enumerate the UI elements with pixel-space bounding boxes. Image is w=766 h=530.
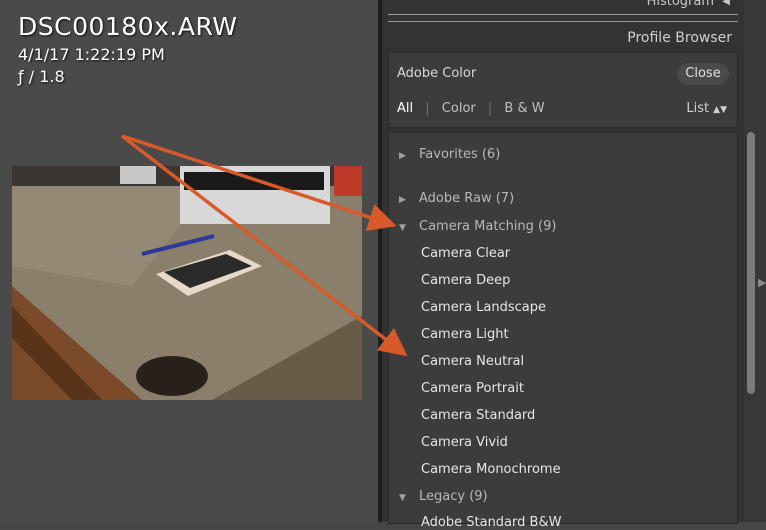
profile-adobe-standard-bw[interactable]: Adobe Standard B&W xyxy=(421,515,561,530)
profile-camera-light[interactable]: Camera Light xyxy=(421,327,509,342)
panel-title: Profile Browser xyxy=(627,30,732,46)
profile-camera-deep[interactable]: Camera Deep xyxy=(421,273,510,288)
histogram-header[interactable]: Histogram ◀ xyxy=(388,0,738,15)
collapse-right-icon[interactable]: ▶ xyxy=(758,276,766,289)
current-profile-name: Adobe Color xyxy=(397,66,477,81)
right-panel: Histogram ◀ Profile Browser Adobe Color … xyxy=(382,0,744,530)
scrollbar-thumb[interactable] xyxy=(747,132,755,394)
file-name: DSC00180x.ARW xyxy=(18,12,238,41)
photo-preview[interactable] xyxy=(12,166,362,400)
photo-printer-top xyxy=(184,172,324,190)
group-camera-matching[interactable]: ▼ Camera Matching (9) xyxy=(399,219,556,234)
disclosure-closed-icon: ▶ xyxy=(399,195,406,205)
group-label: Legacy (9) xyxy=(419,489,488,504)
view-mode-select[interactable]: List ▲▼ xyxy=(686,101,727,116)
profile-camera-vivid[interactable]: Camera Vivid xyxy=(421,435,508,450)
close-button[interactable]: Close xyxy=(677,63,729,85)
profile-camera-landscape[interactable]: Camera Landscape xyxy=(421,300,546,315)
profile-camera-monochrome[interactable]: Camera Monochrome xyxy=(421,462,561,477)
photo-cabinet-handle xyxy=(136,356,208,396)
filter-bw-tab[interactable]: B & W xyxy=(504,101,544,116)
disclosure-closed-icon: ▶ xyxy=(399,151,406,161)
filter-separator: | xyxy=(425,101,430,116)
capture-date: 4/1/17 1:22:19 PM xyxy=(18,45,165,64)
filter-all-tab[interactable]: All xyxy=(397,101,413,116)
histogram-label: Histogram xyxy=(646,0,714,9)
group-label: Adobe Raw (7) xyxy=(419,191,515,206)
photo-info-overlay: DSC00180x.ARW 4/1/17 1:22:19 PM ƒ / 1.8 xyxy=(18,12,238,88)
group-adobe-raw[interactable]: ▶ Adobe Raw (7) xyxy=(399,191,514,206)
group-label: Camera Matching (9) xyxy=(419,219,557,234)
filter-color-tab[interactable]: Color xyxy=(442,101,476,116)
photo-viewer: DSC00180x.ARW 4/1/17 1:22:19 PM ƒ / 1.8 xyxy=(0,0,378,522)
filter-separator: | xyxy=(487,101,493,116)
disclosure-open-icon: ▼ xyxy=(399,223,406,233)
group-label: Favorites (6) xyxy=(419,147,501,162)
profile-camera-standard[interactable]: Camera Standard xyxy=(421,408,535,423)
updown-chevron-icon: ▲▼ xyxy=(713,105,727,115)
section-divider xyxy=(388,21,738,22)
group-legacy[interactable]: ▼ Legacy (9) xyxy=(399,489,488,504)
profile-camera-portrait[interactable]: Camera Portrait xyxy=(421,381,524,396)
profile-header: Adobe Color Close All | Color | B & W Li… xyxy=(388,52,738,128)
disclosure-open-icon: ▼ xyxy=(399,493,406,503)
profile-camera-clear[interactable]: Camera Clear xyxy=(421,246,510,261)
profile-filter-tabs: All | Color | B & W xyxy=(397,101,545,116)
photo-white-device xyxy=(120,166,156,184)
aperture-value: ƒ / 1.8 xyxy=(18,67,65,86)
panel-scrollbar[interactable]: ▶ xyxy=(744,0,766,522)
profile-camera-neutral[interactable]: Camera Neutral xyxy=(421,354,524,369)
group-favorites[interactable]: ▶ Favorites (6) xyxy=(399,147,500,162)
profile-list: ▶ Favorites (6) ▶ Adobe Raw (7) ▼ Camera Ma… xyxy=(388,132,738,530)
photo-red-item xyxy=(334,166,362,196)
collapse-left-icon[interactable]: ◀ xyxy=(722,0,730,7)
view-mode-label: List xyxy=(686,101,710,116)
